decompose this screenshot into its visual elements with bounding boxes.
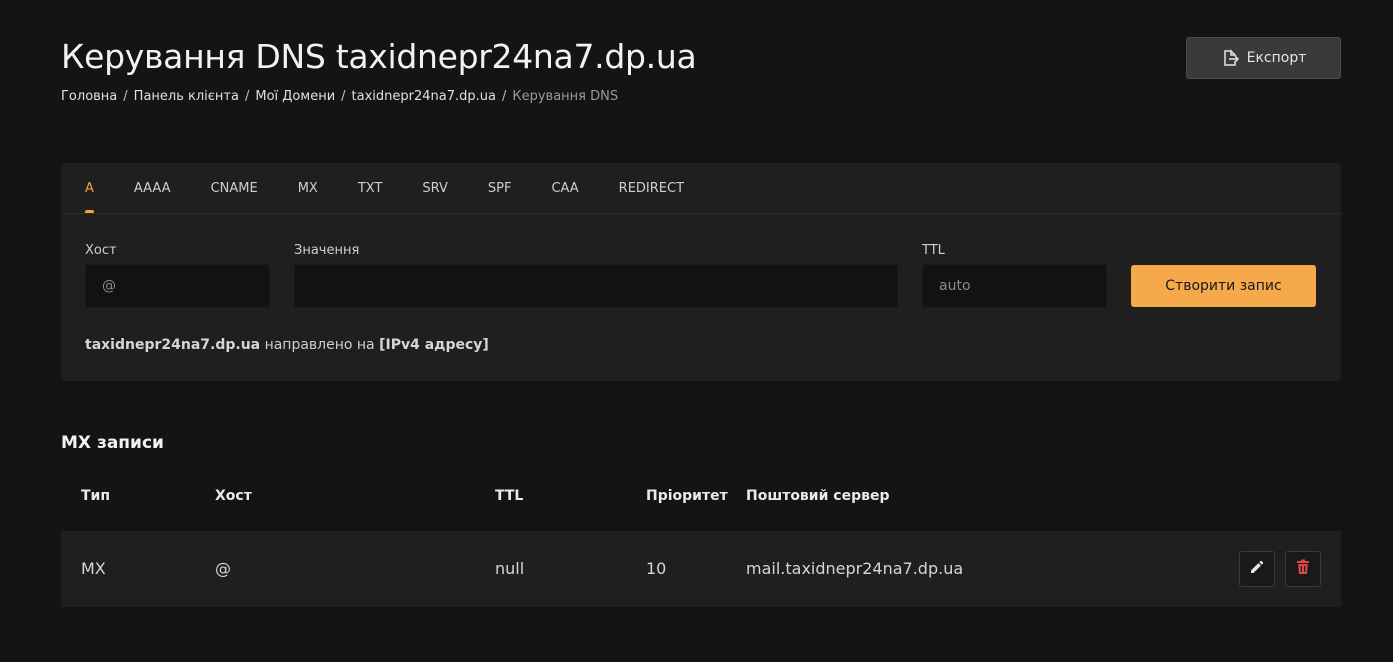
export-button[interactable]: Експорт: [1186, 37, 1341, 79]
value-input[interactable]: [294, 264, 898, 308]
host-input[interactable]: [85, 264, 270, 308]
trash-icon: [1296, 559, 1310, 579]
breadcrumb-home[interactable]: Головна: [61, 89, 117, 104]
column-header-host: Хост: [215, 488, 252, 504]
create-record-button[interactable]: Створити запис: [1131, 265, 1316, 307]
breadcrumb-separator: /: [244, 89, 250, 104]
host-label: Хост: [85, 243, 117, 258]
hint-text: направлено на: [264, 337, 375, 353]
pencil-icon: [1249, 559, 1265, 579]
cell-mail-server: mail.taxidnepr24na7.dp.ua: [746, 559, 964, 578]
delete-button[interactable]: [1285, 551, 1321, 587]
mx-section-title: MX записи: [61, 433, 164, 453]
tab-cname[interactable]: CNAME: [211, 163, 258, 213]
breadcrumb-separator: /: [341, 89, 346, 104]
edit-button[interactable]: [1239, 551, 1275, 587]
cell-ttl: null: [495, 559, 525, 578]
breadcrumb-current: Керування DNS: [512, 89, 619, 104]
breadcrumb: Головна / Панель клієнта / Мої Домени / …: [61, 89, 618, 104]
page-title: Керування DNS taxidnepr24na7.dp.ua: [61, 37, 697, 76]
breadcrumb-my-domains[interactable]: Мої Домени: [255, 89, 335, 104]
record-type-tabs: A AAAA CNAME MX TXT SRV SPF CAA REDIRECT: [61, 163, 1341, 214]
record-hint: taxidnepr24na7.dp.ua направлено на [IPv4…: [85, 337, 489, 353]
breadcrumb-client-panel[interactable]: Панель клієнта: [134, 89, 239, 104]
tab-spf[interactable]: SPF: [488, 163, 512, 213]
tab-caa[interactable]: CAA: [551, 163, 578, 213]
table-row: MX @ null 10 mail.taxidnepr24na7.dp.ua: [61, 531, 1341, 607]
value-label: Значення: [294, 243, 360, 258]
tab-mx[interactable]: MX: [298, 163, 318, 213]
export-icon: [1221, 49, 1239, 67]
breadcrumb-separator: /: [123, 89, 128, 104]
dns-record-form-card: A AAAA CNAME MX TXT SRV SPF CAA REDIRECT…: [61, 163, 1341, 381]
ttl-input[interactable]: [922, 264, 1107, 308]
tab-redirect[interactable]: REDIRECT: [619, 163, 684, 213]
column-header-mail-server: Поштовий сервер: [746, 488, 890, 504]
column-header-priority: Пріоритет: [646, 488, 728, 504]
tab-txt[interactable]: TXT: [358, 163, 383, 213]
export-label: Експорт: [1246, 50, 1307, 66]
hint-target: [IPv4 адресу]: [379, 337, 489, 353]
cell-type: MX: [81, 559, 106, 578]
mx-table-header: Тип Хост TTL Пріоритет Поштовий сервер: [61, 488, 1341, 510]
tab-aaaa[interactable]: AAAA: [134, 163, 171, 213]
cell-priority: 10: [646, 559, 667, 578]
tab-srv[interactable]: SRV: [422, 163, 447, 213]
ttl-label: TTL: [922, 243, 945, 258]
cell-host: @: [215, 559, 231, 578]
column-header-ttl: TTL: [495, 488, 524, 504]
breadcrumb-domain[interactable]: taxidnepr24na7.dp.ua: [352, 89, 496, 104]
column-header-type: Тип: [81, 488, 111, 504]
breadcrumb-separator: /: [501, 89, 507, 104]
hint-domain: taxidnepr24na7.dp.ua: [85, 337, 261, 353]
tab-a[interactable]: A: [85, 163, 94, 213]
